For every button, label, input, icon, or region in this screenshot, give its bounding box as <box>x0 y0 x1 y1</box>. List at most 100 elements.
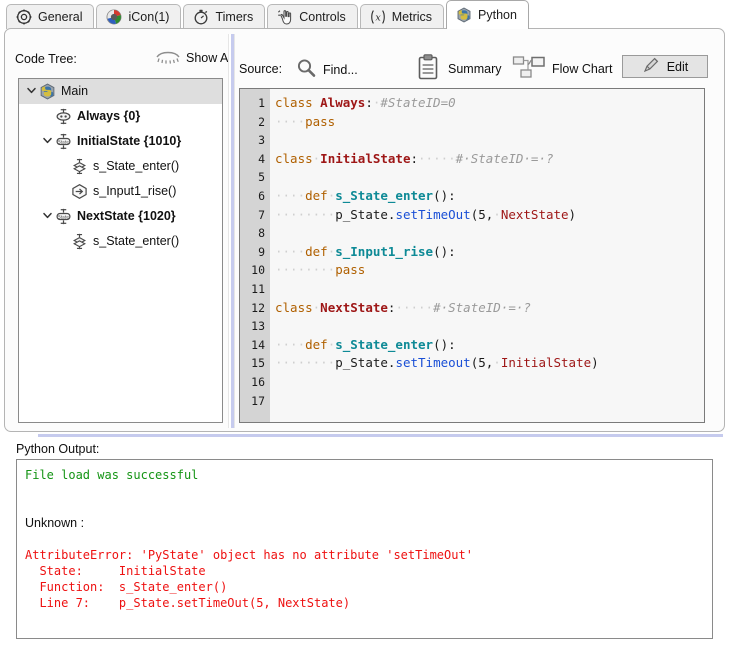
line-number: 4 <box>258 151 265 166</box>
code-token: class <box>275 150 313 166</box>
svg-text:State: State <box>58 139 69 144</box>
code-line: ····pass <box>275 113 704 132</box>
tab-label: Python <box>478 8 517 22</box>
code-tree[interactable]: Main Always {0} State InitialState {1010} s_… <box>18 78 223 423</box>
output-line: Line 7: p_State.setTimeOut(5, NextState) <box>25 596 351 610</box>
code-token: ···· <box>275 336 306 352</box>
tab-label: Metrics <box>391 10 433 24</box>
output-line: State: InitialState <box>25 564 206 578</box>
python-output-console[interactable]: File load was successful Unknown : Attri… <box>16 459 713 639</box>
line-number: 13 <box>251 319 265 334</box>
code-token: class <box>275 299 313 315</box>
summary-label: Summary <box>448 61 502 76</box>
line-number: 10 <box>251 263 265 278</box>
edit-button[interactable]: Edit <box>622 55 708 78</box>
line-number: 14 <box>251 337 265 352</box>
code-token: ) <box>591 355 599 371</box>
tree-node-main[interactable]: Main <box>19 79 222 104</box>
code-line: ····def·s_Input1_rise(): <box>275 243 704 262</box>
horizontal-splitter[interactable] <box>6 432 723 439</box>
line-number: 15 <box>251 356 265 371</box>
code-token: (5, <box>470 355 494 371</box>
line-number: 9 <box>258 244 265 259</box>
summary-button[interactable]: Summary <box>414 53 501 84</box>
chevron-down-icon[interactable] <box>23 85 39 99</box>
code-token: ····· <box>395 299 434 315</box>
code-token: pass <box>335 262 366 278</box>
code-line: class·NextState:·····#·StateID·=·? <box>275 299 704 318</box>
svg-text:State: State <box>58 214 69 219</box>
show-all-button[interactable]: Show All <box>155 49 234 67</box>
source-label: Source: <box>239 62 283 76</box>
line-number: 16 <box>251 374 265 389</box>
magnifier-icon <box>295 57 317 82</box>
code-token: : <box>365 95 373 110</box>
output-line: AttributeError: 'PyState' object has no … <box>25 548 473 562</box>
tab-python[interactable]: Python <box>446 0 529 29</box>
state-icon: State <box>55 208 72 225</box>
code-token: def <box>305 243 328 259</box>
output-line: Function: s_State_enter() <box>25 580 228 594</box>
vertical-splitter[interactable] <box>228 34 235 428</box>
code-token: NextState <box>500 206 569 222</box>
python-tab-window: General iCon(1) Timers Controls x Metrics Pyth… <box>0 0 729 653</box>
svg-text:x: x <box>375 13 381 24</box>
code-token: s_State_enter <box>335 336 434 352</box>
code-token: ········ <box>275 206 336 222</box>
code-token: ········ <box>275 355 336 371</box>
tree-node-label: s_State_enter() <box>93 159 180 174</box>
flow-chart-button[interactable]: Flow Chart <box>512 55 612 82</box>
input-rise-icon <box>71 183 88 200</box>
tab-timers[interactable]: Timers <box>183 4 266 29</box>
tree-node-nextstate-1020[interactable]: State NextState {1020} <box>19 204 222 229</box>
code-token: p_State. <box>335 206 396 222</box>
line-number: 3 <box>258 133 265 148</box>
tree-node-s-state-enter[interactable]: s_State_enter() <box>19 229 222 254</box>
flow-chart-label: Flow Chart <box>552 61 613 76</box>
line-number: 11 <box>251 281 265 296</box>
code-token: Always <box>320 95 366 110</box>
code-line: ········p_State.setTimeOut(5,·NextState) <box>275 206 704 225</box>
tab-icon-1[interactable]: iCon(1) <box>96 4 182 29</box>
code-line: ····def·s_State_enter(): <box>275 336 704 355</box>
tree-node-label: InitialState {1010} <box>77 134 182 149</box>
tree-node-initialstate-1010[interactable]: State InitialState {1010} <box>19 129 222 154</box>
source-code-editor[interactable]: 1 2 3 4 5 6 7 8 9 10 11 12 13 14 15 16 17 class Always:·… <box>239 88 705 423</box>
flowchart-icon <box>512 55 546 82</box>
find-button[interactable]: Find... <box>295 57 358 82</box>
tree-node-label: Main <box>61 84 89 99</box>
code-text-area[interactable]: class Always:·#StateID=0 ····pass class·I… <box>270 89 704 422</box>
icon-badge-icon <box>106 9 122 25</box>
line-number: 6 <box>258 188 265 203</box>
code-token: ···· <box>275 243 306 259</box>
tree-node-s-state-enter[interactable]: s_State_enter() <box>19 154 222 179</box>
pencil-icon <box>642 56 660 77</box>
tree-node-s-input1-rise[interactable]: s_Input1_rise() <box>19 179 222 204</box>
chevron-down-icon[interactable] <box>39 135 55 149</box>
state-enter-icon <box>71 233 88 250</box>
line-number: 7 <box>258 207 265 222</box>
code-token: ········ <box>275 262 336 278</box>
code-line: class Always:·#StateID=0 <box>275 94 704 113</box>
gear-icon <box>16 9 32 25</box>
tree-node-always-0[interactable]: Always {0} <box>19 104 222 129</box>
hand-click-icon <box>277 9 293 25</box>
code-token: (): <box>433 243 456 259</box>
tree-node-label: s_Input1_rise() <box>93 184 177 199</box>
code-token: #StateID=0 <box>380 95 456 110</box>
tab-general[interactable]: General <box>6 4 95 29</box>
chevron-down-icon[interactable] <box>39 210 55 224</box>
code-token: ···· <box>275 113 306 129</box>
tab-controls[interactable]: Controls <box>267 4 358 29</box>
line-number: 1 <box>258 96 265 110</box>
variable-x-icon: x <box>370 9 386 25</box>
tab-metrics[interactable]: x Metrics <box>359 4 445 29</box>
code-token: pass <box>305 113 336 129</box>
code-token: · <box>493 206 501 222</box>
